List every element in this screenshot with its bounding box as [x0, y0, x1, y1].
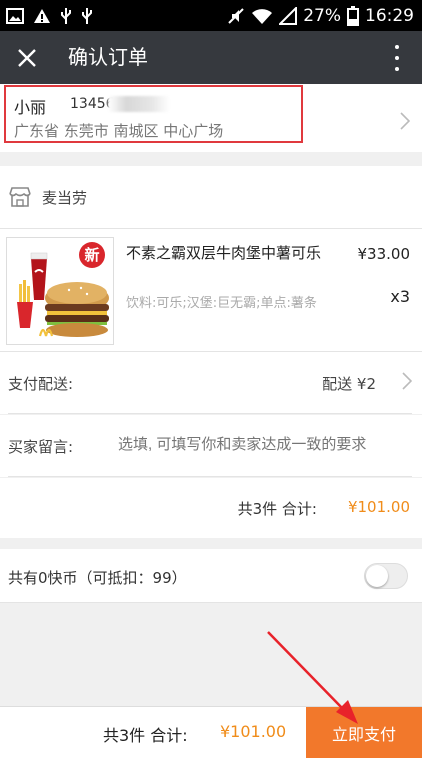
- shipping-value: 配送 ¥2: [322, 375, 376, 393]
- shipping-label: 支付配送:: [8, 375, 74, 393]
- warning-icon: [33, 8, 51, 24]
- clock: 16:29: [365, 5, 414, 26]
- usb-icon: [60, 7, 72, 25]
- close-icon[interactable]: [10, 41, 43, 74]
- store-icon: [8, 186, 32, 212]
- usb-icon: [81, 7, 93, 25]
- divider: [8, 413, 412, 414]
- total-amount: ¥101.00: [347, 498, 410, 516]
- product-name: 不素之霸双层牛肉堡中薯可乐: [126, 244, 322, 262]
- divider: [8, 476, 412, 477]
- message-input[interactable]: [118, 436, 408, 453]
- title-bar: 确认订单: [0, 31, 422, 84]
- buyer-message: 买家留言:: [0, 415, 422, 477]
- store-header: 麦当劳: [0, 166, 422, 229]
- product-item: 新 不素之霸双层牛肉堡中薯可乐 饮料:可乐;汉堡:巨无霸;单点:薯条 ¥33.0…: [0, 229, 422, 352]
- coins-row: 共有0快币（可抵扣：99）: [0, 549, 422, 603]
- battery-percent: 27%: [303, 5, 341, 26]
- product-price: ¥33.00: [357, 245, 411, 263]
- product-quantity: x3: [390, 287, 410, 306]
- product-options: 饮料:可乐;汉堡:巨无霸;单点:薯条: [126, 296, 317, 311]
- signal-icon: [279, 6, 298, 25]
- more-options-icon[interactable]: [392, 43, 402, 73]
- chevron-right-icon: [402, 372, 413, 394]
- store-name: 麦当劳: [42, 189, 88, 207]
- mute-icon: [227, 7, 245, 25]
- coins-label: 共有0快币（可抵扣：99）: [8, 569, 187, 587]
- wifi-icon: [251, 7, 273, 25]
- new-badge: 新: [79, 242, 105, 268]
- gallery-icon: [6, 7, 24, 24]
- shipping-method[interactable]: 支付配送: 配送 ¥2: [0, 352, 422, 414]
- battery-icon: [347, 5, 359, 26]
- message-label: 买家留言:: [8, 438, 74, 456]
- phone-redaction: [108, 96, 170, 112]
- shipping-address[interactable]: 小丽 13456 广东省 东莞市 南城区 中心广场: [0, 84, 422, 152]
- address-detail: 广东省 东莞市 南城区 中心广场: [14, 122, 224, 140]
- recipient-name: 小丽: [14, 98, 47, 117]
- total-count: 共3件 合计:: [237, 500, 317, 518]
- bottom-amount: ¥101.00: [220, 722, 287, 741]
- status-bar: 27% 16:29: [0, 0, 422, 31]
- checkout-bar: 共3件 合计: ¥101.00 立即支付: [0, 706, 422, 758]
- order-total: 共3件 合计: ¥101.00: [0, 478, 422, 538]
- coins-toggle[interactable]: [364, 563, 408, 589]
- bottom-count: 共3件 合计:: [103, 726, 188, 745]
- product-image: 新: [6, 237, 114, 345]
- page-title: 确认订单: [68, 45, 148, 69]
- chevron-right-icon: [400, 112, 411, 134]
- pay-now-button[interactable]: 立即支付: [306, 707, 422, 758]
